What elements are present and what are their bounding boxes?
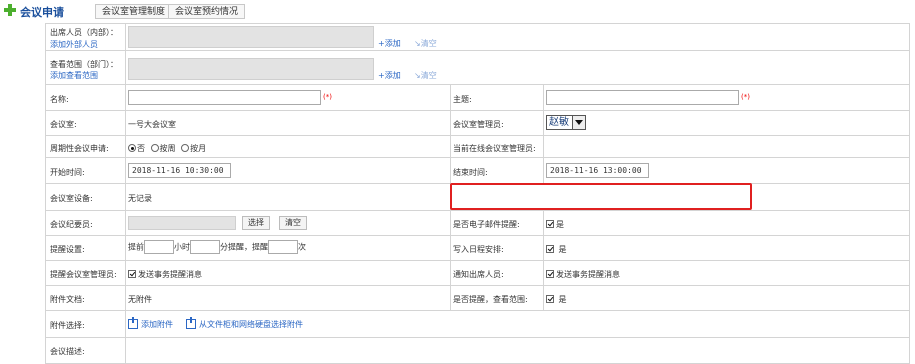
end-label: 结束时间:: [453, 168, 488, 177]
periodic-radio-month[interactable]: [181, 144, 190, 152]
room-value: 一号大会议室: [128, 120, 176, 129]
reminder-label: 提醒设置:: [50, 245, 85, 254]
folder-icon: [186, 317, 196, 329]
notify-attendees-value: 发送事务提醒消息: [556, 270, 620, 279]
reminder-times-label: 次: [298, 242, 306, 252]
row-time: 开始时间: 2018-11-16 10:30:00 结束时间: 2018-11-…: [45, 158, 910, 184]
email-remind-checkbox[interactable]: [546, 220, 554, 228]
attachment-doc-label: 附件文档:: [50, 295, 85, 304]
reminder-hour-label: 小时: [174, 242, 190, 252]
start-label: 开始时间:: [50, 168, 85, 177]
reminder-minutes-input[interactable]: [190, 240, 220, 254]
periodic-radio-no[interactable]: [128, 144, 136, 152]
reminder-settings: 提前 小时 分提醒，提醒 次: [128, 240, 306, 254]
schedule-option[interactable]: 是: [546, 244, 567, 255]
row-description: 会议描述:: [45, 338, 910, 364]
add-scope-link[interactable]: 添加查看范围: [50, 70, 98, 81]
remind-scope-label: 是否提醒，查看范围:: [453, 295, 528, 304]
notify-attendees-option[interactable]: 发送事务提醒消息: [546, 269, 620, 280]
reminder-prefix: 提前: [128, 242, 144, 252]
subject-required: (*): [741, 93, 750, 101]
row-reminder: 提醒设置: 提前 小时 分提醒，提醒 次 写入日程安排: 是: [45, 236, 910, 261]
room-admin-select[interactable]: 赵敏: [546, 115, 586, 130]
add-plus-icon: [4, 4, 16, 16]
notify-attendees-label: 通知出席人员:: [453, 270, 504, 279]
periodic-week-label: 按周: [159, 144, 176, 153]
row-attachment-doc: 附件文档: 无附件 是否提醒，查看范围: 是: [45, 286, 910, 311]
email-remind-label: 是否电子邮件提醒:: [453, 220, 520, 229]
remind-admin-option[interactable]: 发送事务提醒消息: [128, 269, 202, 280]
schedule-checkbox[interactable]: [546, 245, 554, 253]
reminder-minute-label: 分提醒，提醒: [220, 242, 268, 252]
scope-add-link[interactable]: +添加: [378, 70, 401, 81]
attendees-add-link[interactable]: +添加: [378, 38, 401, 49]
periodic-options: 否 按周 按月: [128, 143, 206, 154]
add-attachment-link[interactable]: 添加附件: [128, 317, 173, 330]
remind-admin-value: 发送事务提醒消息: [138, 270, 202, 279]
cabinet-attachment-label: 从文件柜和网络硬盘选择附件: [199, 320, 303, 329]
page-title: 会议申请: [20, 6, 64, 19]
row-name: 名称: (*) 主题: (*): [45, 85, 910, 111]
row-attachment-select: 附件选择: 添加附件 从文件柜和网络硬盘选择附件: [45, 311, 910, 338]
scope-label: 查看范围（部门）：: [50, 60, 118, 69]
chevron-down-icon: [572, 116, 585, 129]
add-attachment-label: 添加附件: [141, 320, 173, 329]
remind-admin-checkbox[interactable]: [128, 270, 136, 278]
periodic-no-label: 否: [137, 144, 145, 153]
cabinet-attachment-link[interactable]: 从文件柜和网络硬盘选择附件: [186, 317, 303, 330]
equipment-label: 会议室设备:: [50, 194, 93, 203]
tab-room-booking[interactable]: 会议室预约情况: [168, 4, 246, 19]
row-scope: 查看范围（部门）： 添加查看范围 +添加 ↘清空: [45, 51, 910, 85]
tab-room-rules[interactable]: 会议室管理制度: [95, 4, 173, 19]
row-periodic: 周期性会议申请: 否 按周 按月 当前在线会议室管理员:: [45, 136, 910, 158]
start-time-input[interactable]: 2018-11-16 10:30:00: [128, 163, 231, 178]
email-remind-value: 是: [556, 220, 564, 229]
row-room: 会议室: 一号大会议室 会议室管理员: 赵敏: [45, 111, 910, 136]
name-input[interactable]: [128, 90, 321, 105]
description-label: 会议描述:: [50, 347, 85, 356]
schedule-label: 写入日程安排:: [453, 245, 504, 254]
scope-field[interactable]: [128, 58, 374, 80]
attachment-doc-value: 无附件: [128, 295, 152, 304]
periodic-month-label: 按月: [190, 144, 207, 153]
subject-input[interactable]: [546, 90, 739, 105]
remind-scope-option[interactable]: 是: [546, 294, 567, 305]
recorder-field[interactable]: [128, 216, 236, 230]
periodic-label: 周期性会议申请:: [50, 144, 109, 153]
attendees-clear-link[interactable]: ↘清空: [414, 38, 437, 49]
name-required: (*): [323, 93, 332, 101]
recorder-clear-button[interactable]: 清空: [279, 216, 307, 230]
row-notify: 提醒会议室管理员: 发送事务提醒消息 通知出席人员: 发送事务提醒消息: [45, 261, 910, 286]
subject-label: 主题:: [453, 95, 472, 104]
notify-attendees-checkbox[interactable]: [546, 270, 554, 278]
end-time-input[interactable]: 2018-11-16 13:00:00: [546, 163, 649, 178]
online-admin-label: 当前在线会议室管理员:: [453, 144, 536, 153]
header-bar: 会议申请 会议室管理制度 会议室预约情况: [0, 0, 915, 22]
attachment-select-label: 附件选择:: [50, 321, 85, 330]
add-external-link[interactable]: 添加外部人员: [50, 39, 98, 50]
row-attendees: 出席人员（内部）： 添加外部人员 +添加 ↘清空: [45, 24, 910, 51]
scope-clear-link[interactable]: ↘清空: [414, 70, 437, 81]
room-admin-selected: 赵敏: [549, 117, 569, 128]
schedule-value: 是: [558, 245, 567, 254]
equipment-value: 无记录: [128, 194, 152, 203]
email-remind-option[interactable]: 是: [546, 219, 564, 230]
remind-scope-checkbox[interactable]: [546, 295, 554, 303]
reminder-hours-input[interactable]: [144, 240, 174, 254]
reminder-times-input[interactable]: [268, 240, 298, 254]
highlight-box: [450, 183, 752, 210]
attendees-label: 出席人员（内部）：: [50, 28, 118, 37]
room-admin-label: 会议室管理员:: [453, 120, 504, 129]
upload-icon: [128, 317, 138, 329]
remind-admin-label: 提醒会议室管理员:: [50, 270, 117, 279]
recorder-label: 会议纪要员:: [50, 220, 93, 229]
attendees-field[interactable]: [128, 26, 374, 48]
recorder-select-button[interactable]: 选择: [242, 216, 270, 230]
room-label: 会议室:: [50, 120, 77, 129]
name-label: 名称:: [50, 95, 69, 104]
row-recorder: 会议纪要员: 选择 清空 是否电子邮件提醒: 是: [45, 211, 910, 236]
periodic-radio-week[interactable]: [150, 144, 159, 152]
remind-scope-value: 是: [558, 295, 567, 304]
